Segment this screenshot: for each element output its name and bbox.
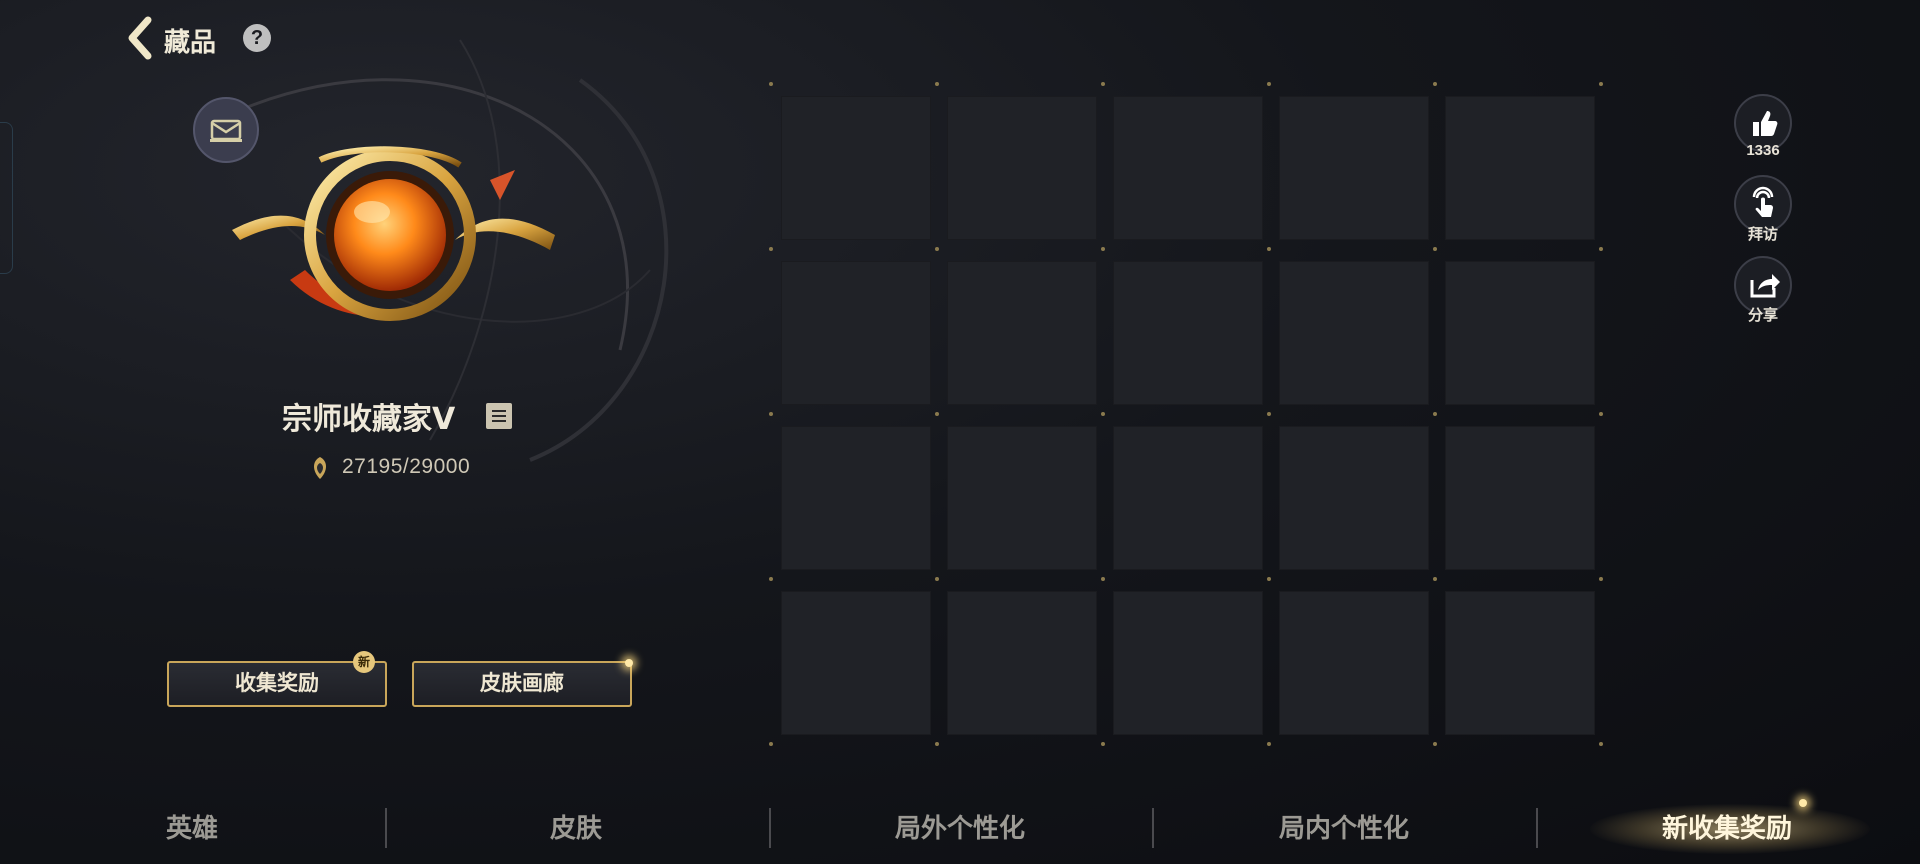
collection-slot[interactable] [781,426,931,570]
grid-corner-dot [1599,247,1603,251]
grid-corner-dot [1433,742,1437,746]
collection-slot[interactable] [947,426,1097,570]
grid-corner-dot [1433,82,1437,86]
collection-slot-grid [769,82,1603,746]
collection-slot[interactable] [1113,591,1263,735]
visit-label: 拜访 [1747,226,1778,243]
tab-heroes[interactable]: 英雄 [97,808,287,848]
collection-slot[interactable] [1279,96,1429,240]
grid-corner-dot [1599,82,1603,86]
collection-slot[interactable] [1445,426,1595,570]
grid-corner-dot [1267,247,1271,251]
grid-corner-dot [1101,412,1105,416]
share-button[interactable]: 分享 [1734,256,1792,325]
grid-corner-dot [935,577,939,581]
tab-outgame-personalization[interactable]: 局外个性化 [865,808,1055,848]
grid-corner-dot [1599,742,1603,746]
grid-corner-dot [935,247,939,251]
grid-corner-dot [1101,247,1105,251]
grid-corner-dot [1599,412,1603,416]
skin-gallery-button[interactable]: 皮肤画廊 [412,659,633,707]
grid-corner-dot [1267,742,1271,746]
new-badge: 新 [353,651,375,673]
grid-corner-dot [1101,742,1105,746]
collection-slot[interactable] [781,261,931,405]
rank-list-icon[interactable] [486,403,512,429]
visit-button[interactable]: 拜访 [1734,175,1792,244]
question-mark-icon[interactable]: ? [243,24,271,52]
like-count: 1336 [1746,142,1780,159]
rank-title: 宗师收藏家Ⅴ [282,403,456,436]
collection-slot[interactable] [1445,96,1595,240]
grid-corner-dot [769,82,773,86]
chevron-left-icon[interactable] [126,16,154,60]
collection-slot[interactable] [1279,591,1429,735]
collection-points-icon [314,457,326,479]
notification-dot [625,659,633,667]
grid-corner-dot [1599,577,1603,581]
grid-corner-dot [935,412,939,416]
tab-new-collection-rewards[interactable]: 新收集奖励 [1632,808,1822,848]
grid-corner-dot [1433,412,1437,416]
tab-ingame-personalization[interactable]: 局内个性化 [1249,808,1439,848]
grid-corner-dot [1101,577,1105,581]
collection-slot[interactable] [1113,96,1263,240]
skin-gallery-label: 皮肤画廊 [480,672,564,695]
side-id-text: 1107848 [0,400,2,453]
grid-corner-dot [1267,412,1271,416]
collection-slot[interactable] [1279,261,1429,405]
tab-divider [769,808,771,848]
collection-slot[interactable] [1279,426,1429,570]
page-title: 藏品 [164,27,217,57]
collection-slot[interactable] [1113,261,1263,405]
tab-skins[interactable]: 皮肤 [481,808,671,848]
collection-slot[interactable] [947,96,1097,240]
collection-slot[interactable] [1113,426,1263,570]
grid-corner-dot [769,742,773,746]
collection-slot[interactable] [947,591,1097,735]
rank-emblem [232,146,555,321]
grid-corner-dot [1267,577,1271,581]
grid-corner-dot [1433,577,1437,581]
collection-slot[interactable] [1445,261,1595,405]
tab-divider [1536,808,1538,848]
collection-slot[interactable] [781,96,931,240]
grid-corner-dot [935,82,939,86]
collection-rewards-label: 收集奖励 [235,672,319,695]
grid-corner-dot [935,742,939,746]
collection-progress: 27195/29000 [342,455,471,478]
grid-corner-dot [1433,247,1437,251]
share-label: 分享 [1747,307,1778,324]
notification-dot [1799,799,1807,807]
grid-corner-dot [769,412,773,416]
grid-corner-dot [1267,82,1271,86]
like-button[interactable]: 1336 [1734,94,1792,159]
grid-corner-dot [769,247,773,251]
collection-slot[interactable] [1445,591,1595,735]
side-panel-handle[interactable] [0,122,13,274]
grid-corner-dot [1101,82,1105,86]
tab-divider [1152,808,1154,848]
grid-corner-dot [769,577,773,581]
collection-rewards-button[interactable]: 收集奖励 新 [167,651,387,707]
collection-slot[interactable] [947,261,1097,405]
collection-slot[interactable] [781,591,931,735]
bottom-tab-bar: 英雄 皮肤 局外个性化 局内个性化 新收集奖励 [0,786,1920,864]
tab-divider [385,808,387,848]
